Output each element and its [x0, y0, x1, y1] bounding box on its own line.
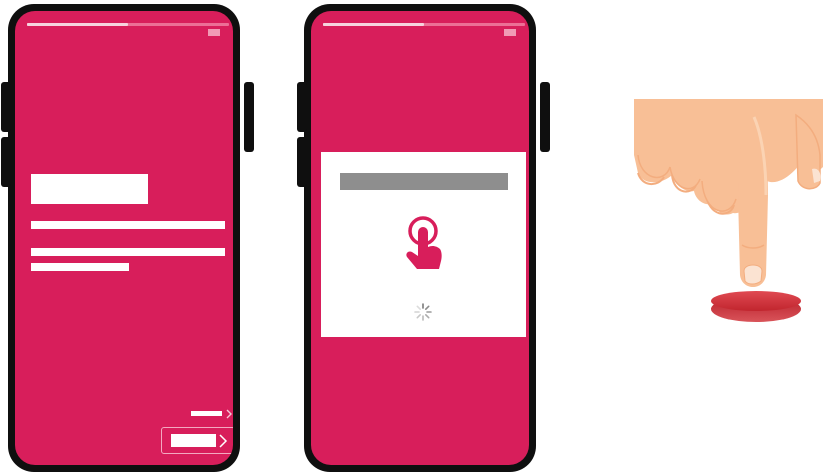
finger-pressing-button-illustration	[634, 99, 823, 322]
chevron-right-icon	[226, 409, 232, 419]
loading-spinner-icon	[414, 303, 432, 321]
secondary-link[interactable]	[191, 409, 233, 419]
phone-left-side-button	[1, 137, 11, 187]
phone-right-side-button	[297, 82, 307, 132]
dialog-title-placeholder	[340, 173, 508, 190]
phone-right-power-button	[540, 82, 550, 152]
phone-left-power-button	[244, 82, 254, 152]
phone-left-screen	[15, 11, 233, 465]
text-line-placeholder	[31, 263, 129, 271]
text-line-placeholder	[31, 248, 225, 256]
progress-bar	[27, 23, 229, 26]
phone-right-screen	[311, 11, 529, 465]
title-placeholder	[31, 174, 148, 204]
menu-icon[interactable]	[504, 29, 516, 36]
menu-icon[interactable]	[208, 29, 220, 36]
phone-right-side-button	[297, 137, 307, 187]
progress-bar	[323, 23, 525, 26]
next-button-label	[171, 434, 216, 447]
chevron-right-icon	[219, 434, 228, 448]
phone-left-side-button	[1, 82, 11, 132]
loading-dialog	[321, 152, 526, 337]
phone-left	[8, 4, 240, 472]
next-button[interactable]	[161, 427, 233, 454]
tap-hand-icon	[406, 216, 442, 269]
text-line-placeholder	[31, 221, 225, 229]
phone-right	[304, 4, 536, 472]
